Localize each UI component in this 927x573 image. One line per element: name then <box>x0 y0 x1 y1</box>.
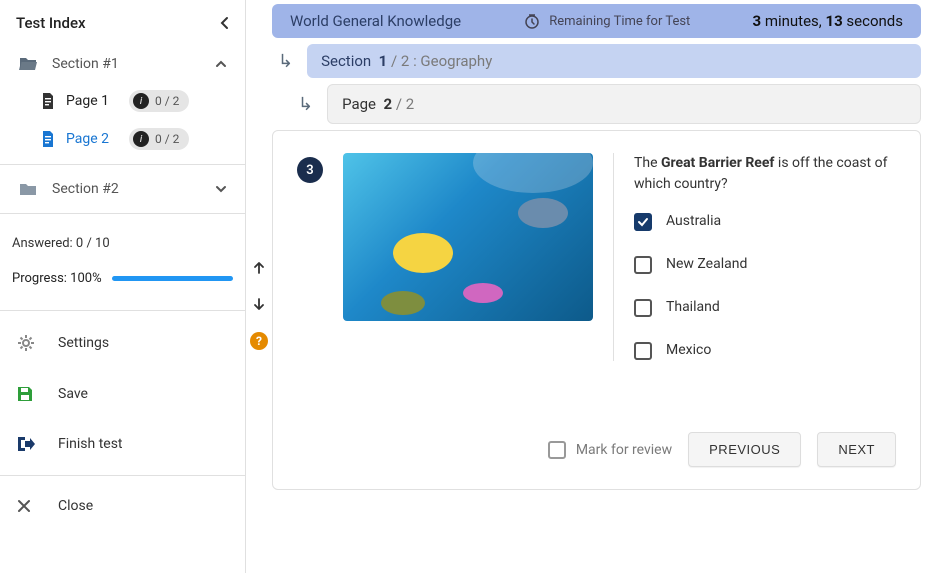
scroll-up-button[interactable] <box>251 260 267 276</box>
option-thailand[interactable]: Thailand <box>634 297 896 318</box>
vertical-nav: ? <box>246 0 272 573</box>
breadcrumb-arrow-icon: ↳ <box>272 51 297 72</box>
finish-test-button[interactable]: Finish test <box>0 419 245 469</box>
main-content: World General Knowledge Remaining Time f… <box>272 0 927 573</box>
save-button[interactable]: Save <box>0 369 245 419</box>
section-label: Section #2 <box>52 181 119 197</box>
question-number: 3 <box>297 157 323 183</box>
mark-for-review-toggle[interactable]: Mark for review <box>548 441 672 459</box>
section-header-1[interactable]: Section #1 <box>12 46 233 82</box>
info-icon: i <box>133 131 149 147</box>
chevron-down-icon <box>215 185 227 193</box>
chevron-up-icon <box>215 60 227 68</box>
page-icon <box>40 92 56 110</box>
page-score-pill: i 0 / 2 <box>129 90 189 112</box>
save-icon <box>16 385 38 403</box>
section-label: Section #1 <box>52 56 119 72</box>
option-australia[interactable]: Australia <box>634 211 896 232</box>
folder-open-icon <box>18 56 38 72</box>
page-score-pill: i 0 / 2 <box>129 128 189 150</box>
page-icon <box>40 130 56 148</box>
previous-button[interactable]: PREVIOUS <box>688 432 801 467</box>
timer-display: 3 minutes, 13 seconds <box>753 12 904 30</box>
progress-label: Progress: 100% <box>12 271 102 286</box>
progress-bar <box>112 276 233 281</box>
scroll-down-button[interactable] <box>251 296 267 312</box>
question-image <box>343 153 593 321</box>
section-breadcrumb: Section 1 / 2 : Geography <box>307 44 921 78</box>
question-panel: 3 The Great Barrier Reef is off the coas… <box>272 130 921 490</box>
answered-count: Answered: 0 / 10 <box>0 220 245 261</box>
close-button[interactable]: Close <box>0 482 245 530</box>
breadcrumb-arrow-icon: ↳ <box>292 94 317 115</box>
clock-icon <box>523 12 541 30</box>
test-header-bar: World General Knowledge Remaining Time f… <box>272 4 921 38</box>
folder-icon <box>18 181 38 197</box>
sidebar-title: Test Index <box>16 14 86 32</box>
remaining-time-label: Remaining Time for Test <box>549 14 690 29</box>
sidebar: Test Index Section #1 Page 1 <box>0 0 246 573</box>
exit-icon <box>16 435 38 453</box>
checkbox-icon <box>634 256 652 274</box>
collapse-sidebar-button[interactable] <box>219 16 229 30</box>
close-icon <box>16 498 38 514</box>
page-item-1[interactable]: Page 1 i 0 / 2 <box>12 82 233 120</box>
test-title: World General Knowledge <box>290 12 461 30</box>
checkbox-checked-icon <box>634 213 652 231</box>
gear-icon <box>16 333 38 353</box>
question-prompt: The Great Barrier Reef is off the coast … <box>634 153 896 195</box>
checkbox-icon <box>634 299 652 317</box>
page-label: Page 1 <box>66 93 109 109</box>
section-header-2[interactable]: Section #2 <box>12 171 233 207</box>
info-icon: i <box>133 93 149 109</box>
page-item-2[interactable]: Page 2 i 0 / 2 <box>12 120 233 158</box>
help-button[interactable]: ? <box>250 332 268 350</box>
settings-button[interactable]: Settings <box>0 317 245 369</box>
next-button[interactable]: NEXT <box>817 432 896 467</box>
page-breadcrumb: Page 2 / 2 <box>327 84 921 124</box>
option-new-zealand[interactable]: New Zealand <box>634 254 896 275</box>
page-label: Page 2 <box>66 131 109 147</box>
checkbox-icon <box>634 342 652 360</box>
checkbox-icon <box>548 441 566 459</box>
option-mexico[interactable]: Mexico <box>634 340 896 361</box>
